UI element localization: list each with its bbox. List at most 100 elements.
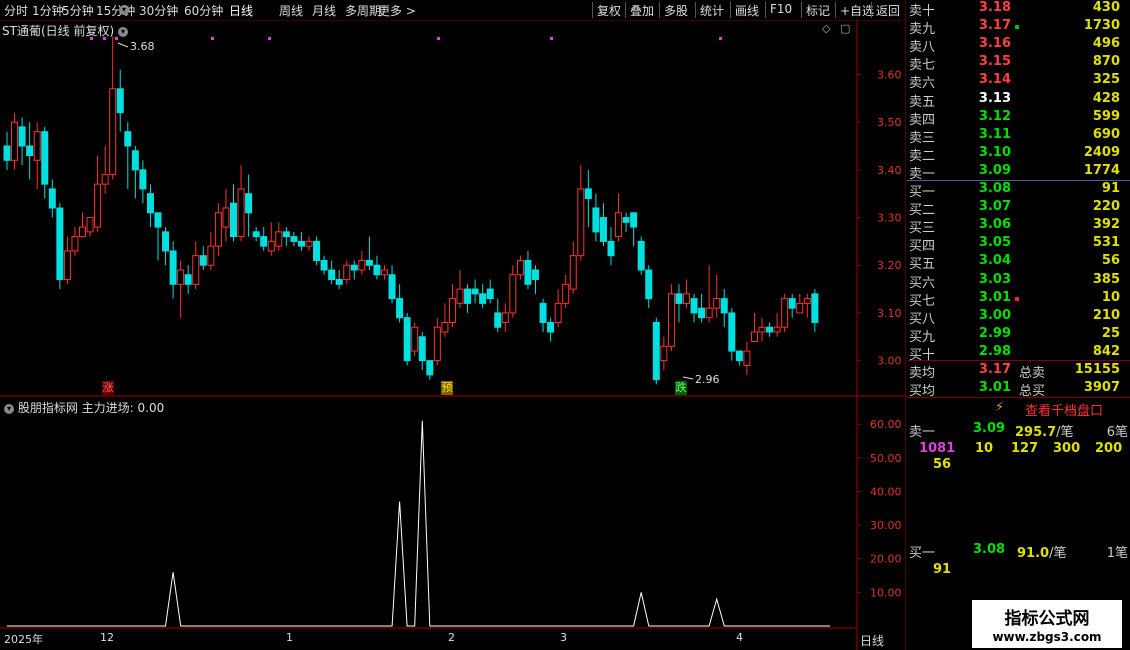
- level-label: 买八: [909, 311, 936, 327]
- order-size: 127: [1011, 441, 1039, 456]
- price-chart[interactable]: 3.60 3.50 3.40 3.30 3.20 3.10 3.00 60.00 50.00 4…: [0, 0, 906, 650]
- bid-row[interactable]: 买三 3.06 392: [907, 217, 1130, 236]
- candle-body: [743, 350, 751, 366]
- period-label[interactable]: 日线: [860, 632, 884, 649]
- chevron-down-icon[interactable]: ▾: [4, 403, 14, 414]
- bid-row[interactable]: 买九 2.99 25: [907, 326, 1130, 345]
- candle-body: [758, 326, 766, 333]
- depth-buy1-count: 1笔: [1106, 546, 1128, 561]
- level-volume: 842: [1092, 343, 1120, 359]
- indicator-value: 主力进场: 0.00: [81, 401, 165, 415]
- candle-body: [599, 217, 607, 242]
- candle-body: [494, 312, 502, 328]
- date-label: 1: [286, 631, 293, 644]
- candle-body: [592, 207, 600, 233]
- fall-badge: 跌: [675, 381, 687, 395]
- ask-row[interactable]: 卖二 3.10 2409: [907, 145, 1130, 164]
- ask-row[interactable]: 卖九 3.17 1730: [907, 18, 1130, 37]
- bid-row[interactable]: 买八 3.00 210: [907, 308, 1130, 327]
- view-depth-button[interactable]: 查看千档盘口: [1025, 400, 1103, 419]
- bid-row[interactable]: 买七 3.01 10: [907, 289, 1130, 309]
- indicator-line: [7, 420, 830, 627]
- bid-row[interactable]: 买一 3.08 91: [907, 181, 1130, 200]
- candle-body: [683, 293, 690, 304]
- ask-row[interactable]: 卖五 3.13 428: [907, 90, 1130, 110]
- candle-body: [456, 288, 464, 304]
- candle-body: [305, 240, 313, 247]
- avg-sell-price: 3.17: [978, 362, 1011, 377]
- candle-body: [313, 240, 321, 261]
- bid-row[interactable]: 买四 3.05 531: [907, 235, 1130, 254]
- level-price: 3.05: [978, 235, 1011, 251]
- candle-body: [11, 121, 19, 161]
- marker: [719, 37, 722, 40]
- level-label: 买六: [909, 275, 936, 291]
- candle-body: [237, 188, 245, 238]
- level-price: 3.08: [978, 181, 1011, 196]
- price-tick: 3.00: [877, 355, 902, 368]
- candle-body: [358, 259, 366, 271]
- candle-body: [811, 293, 819, 323]
- candle-body: [637, 240, 645, 271]
- level-volume: 430: [1092, 0, 1120, 15]
- ask-row[interactable]: 卖四 3.12 599: [907, 108, 1130, 128]
- bid-row[interactable]: 买十 2.98 842: [907, 343, 1130, 363]
- marker: [115, 37, 118, 40]
- candle-body: [214, 212, 222, 247]
- indicator-tick: 60.00: [870, 418, 902, 431]
- candle-body: [18, 126, 26, 147]
- watermark: 指标公式网 www.zbgs3.com: [972, 600, 1122, 648]
- candle-body: [532, 269, 539, 281]
- price-tick: 3.20: [877, 259, 902, 272]
- bid-row[interactable]: 买二 3.07 220: [907, 199, 1130, 218]
- total-sell-label: 总卖: [1019, 366, 1046, 381]
- indicator-tick: 40.00: [870, 485, 902, 498]
- candle-body: [524, 259, 532, 285]
- depth-buy1-row: 买一 3.08 91.0/笔 1笔: [909, 542, 1128, 561]
- candle-body: [720, 298, 728, 314]
- level-price: 3.01: [978, 289, 1011, 305]
- candle-body: [713, 298, 721, 309]
- candle-body: [86, 217, 94, 233]
- candle-body: [403, 317, 411, 362]
- level-price: 3.12: [978, 108, 1011, 124]
- ask-row[interactable]: 卖三 3.11 690: [907, 127, 1130, 146]
- candle-body: [667, 293, 675, 347]
- level-volume: 392: [1092, 217, 1120, 233]
- price-tick: 3.60: [877, 68, 902, 81]
- candle-body: [803, 298, 811, 304]
- candle-body: [267, 240, 275, 252]
- level-marker: [1015, 25, 1019, 30]
- candle-body: [645, 269, 653, 300]
- price-tick: 3.10: [877, 307, 902, 320]
- ask-row[interactable]: 卖一 3.09 1774: [907, 163, 1130, 182]
- ask-row[interactable]: 卖十 3.18 430: [907, 0, 1130, 19]
- ask-row[interactable]: 卖六 3.14 325: [907, 72, 1130, 91]
- candle-body: [343, 264, 351, 281]
- level-price: 3.13: [978, 90, 1011, 106]
- bid-row[interactable]: 买六 3.03 385: [907, 271, 1130, 291]
- watermark-url: www.zbgs3.com: [992, 630, 1102, 644]
- candle-body: [109, 88, 117, 176]
- ask-row[interactable]: 卖八 3.16 496: [907, 36, 1130, 55]
- level-volume: 385: [1092, 271, 1120, 287]
- depth-buy1-price: 3.08: [973, 542, 1006, 557]
- candle-body: [547, 321, 555, 333]
- candle-body: [607, 240, 615, 257]
- candle-body: [297, 240, 305, 247]
- candle-body: [615, 212, 623, 238]
- total-buy-label: 总买: [1019, 384, 1046, 399]
- level-volume: 56: [1101, 253, 1120, 269]
- candle-body: [479, 293, 487, 304]
- ask-row[interactable]: 卖七 3.15 870: [907, 54, 1130, 73]
- candle-body: [290, 236, 298, 242]
- level-label: 买九: [909, 329, 936, 345]
- level-marker: [1015, 296, 1019, 301]
- candle-body: [690, 298, 698, 314]
- candle-body: [509, 274, 517, 314]
- candle-body: [260, 236, 268, 247]
- candle-body: [33, 131, 41, 161]
- bid-row[interactable]: 买五 3.04 56: [907, 253, 1130, 272]
- candle-body: [41, 131, 49, 185]
- candle-body: [381, 269, 388, 276]
